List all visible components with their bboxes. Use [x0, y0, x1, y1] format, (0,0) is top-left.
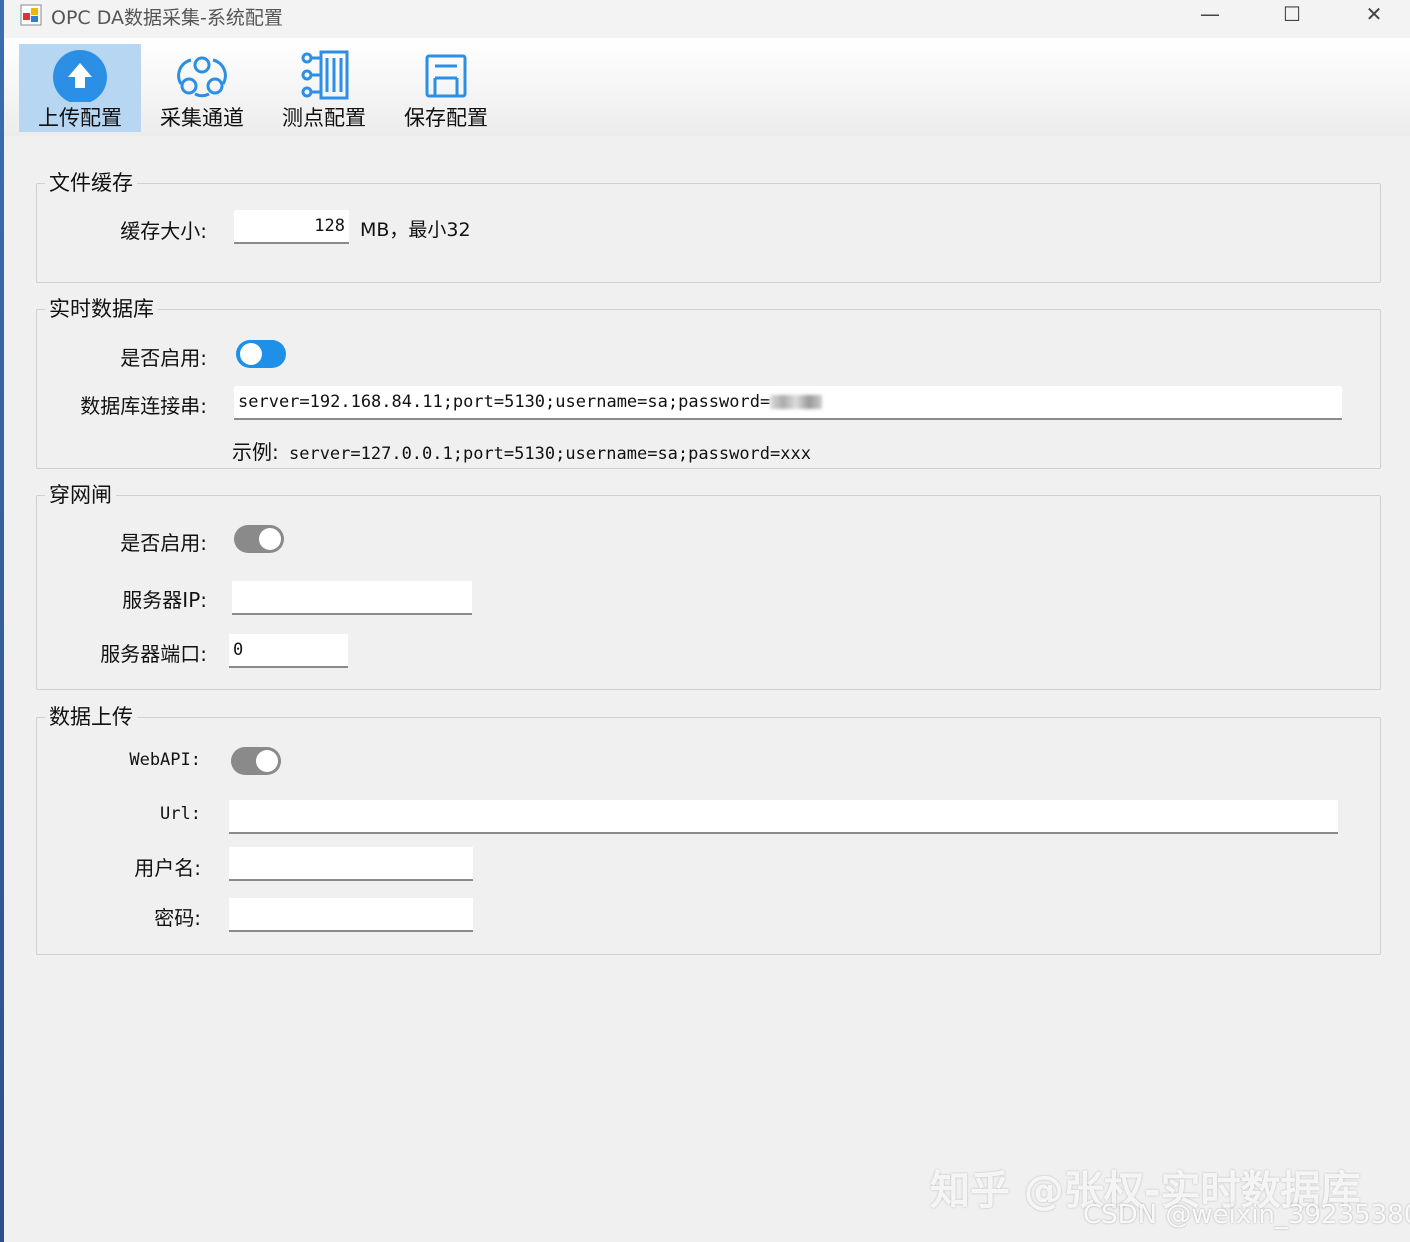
toggle-knob — [240, 343, 262, 365]
db-connection-text: server=192.168.84.11;port=5130;username=… — [238, 392, 771, 412]
point-config-button[interactable]: 测点配置 — [263, 44, 385, 132]
username-input[interactable] — [229, 847, 473, 881]
db-connection-label: 数据库连接串: — [80, 394, 207, 418]
toolbar-label: 上传配置 — [38, 106, 122, 130]
gateway-enable-toggle[interactable] — [234, 525, 284, 553]
server-port-label: 服务器端口: — [100, 642, 207, 666]
cache-size-label: 缓存大小: — [120, 219, 207, 243]
redacted-password — [770, 395, 823, 409]
db-connection-example: 示例: server=127.0.0.1;port=5130;username=… — [232, 436, 811, 465]
group-title: 穿网闸 — [45, 479, 116, 509]
network-nodes-icon — [177, 56, 227, 98]
password-input[interactable] — [229, 898, 473, 932]
cache-size-input[interactable]: 128 — [234, 210, 349, 244]
watermark-csdn: CSDN @weixin_39235380 — [1083, 1200, 1410, 1230]
close-button[interactable]: ✕ — [1344, 0, 1404, 30]
group-title: 数据上传 — [45, 701, 137, 731]
minimize-button[interactable]: — — [1180, 0, 1240, 30]
save-config-button[interactable]: 保存配置 — [385, 44, 507, 132]
url-input[interactable] — [229, 800, 1338, 834]
title-bar: OPC DA数据采集-系统配置 — ☐ ✕ — [4, 0, 1410, 38]
toolbar-label: 测点配置 — [282, 106, 366, 130]
toolbar-label: 保存配置 — [404, 106, 488, 130]
collect-channel-button[interactable]: 采集通道 — [141, 44, 263, 132]
group-title: 文件缓存 — [45, 167, 137, 197]
toggle-knob — [256, 750, 278, 772]
server-ip-input[interactable] — [232, 581, 472, 615]
maximize-button[interactable]: ☐ — [1262, 0, 1322, 30]
url-label: Url: — [160, 804, 201, 824]
cache-size-unit: MB，最小32 — [360, 219, 471, 241]
db-enable-toggle[interactable] — [236, 340, 286, 368]
app-icon — [20, 4, 42, 26]
point-grid-icon — [301, 50, 349, 100]
server-ip-label: 服务器IP: — [122, 588, 207, 612]
db-connection-input[interactable]: server=192.168.84.11;port=5130;username=… — [234, 386, 1342, 420]
group-title: 实时数据库 — [45, 293, 158, 323]
toolbar-label: 采集通道 — [160, 106, 244, 130]
db-enable-label: 是否启用: — [120, 346, 207, 370]
cloud-upload-icon — [53, 50, 107, 102]
example-text: server=127.0.0.1;port=5130;username=sa;p… — [278, 444, 811, 464]
webapi-toggle[interactable] — [231, 747, 281, 775]
example-prefix: 示例: — [232, 440, 279, 464]
realtime-db-group: 实时数据库 是否启用: 数据库连接串: server=192.168.84.11… — [36, 293, 1381, 469]
gateway-group: 穿网闸 是否启用: 服务器IP: 服务器端口: 0 — [36, 479, 1381, 690]
password-label: 密码: — [154, 906, 201, 930]
toggle-knob — [259, 528, 281, 550]
username-label: 用户名: — [134, 856, 201, 880]
file-cache-group: 文件缓存 缓存大小: 128 MB，最小32 — [36, 167, 1381, 283]
save-disk-icon — [425, 54, 467, 98]
gateway-enable-label: 是否启用: — [120, 531, 207, 555]
upload-config-button[interactable]: 上传配置 — [19, 44, 141, 132]
window-title: OPC DA数据采集-系统配置 — [51, 7, 283, 29]
webapi-label: WebAPI: — [129, 750, 201, 770]
server-port-input[interactable]: 0 — [229, 634, 348, 668]
toolbar: 上传配置 采集通道 测点配置 保存配置 — [4, 38, 1410, 136]
window-left-edge — [0, 0, 4, 1242]
data-upload-group: 数据上传 WebAPI: Url: 用户名: 密码: — [36, 701, 1381, 955]
